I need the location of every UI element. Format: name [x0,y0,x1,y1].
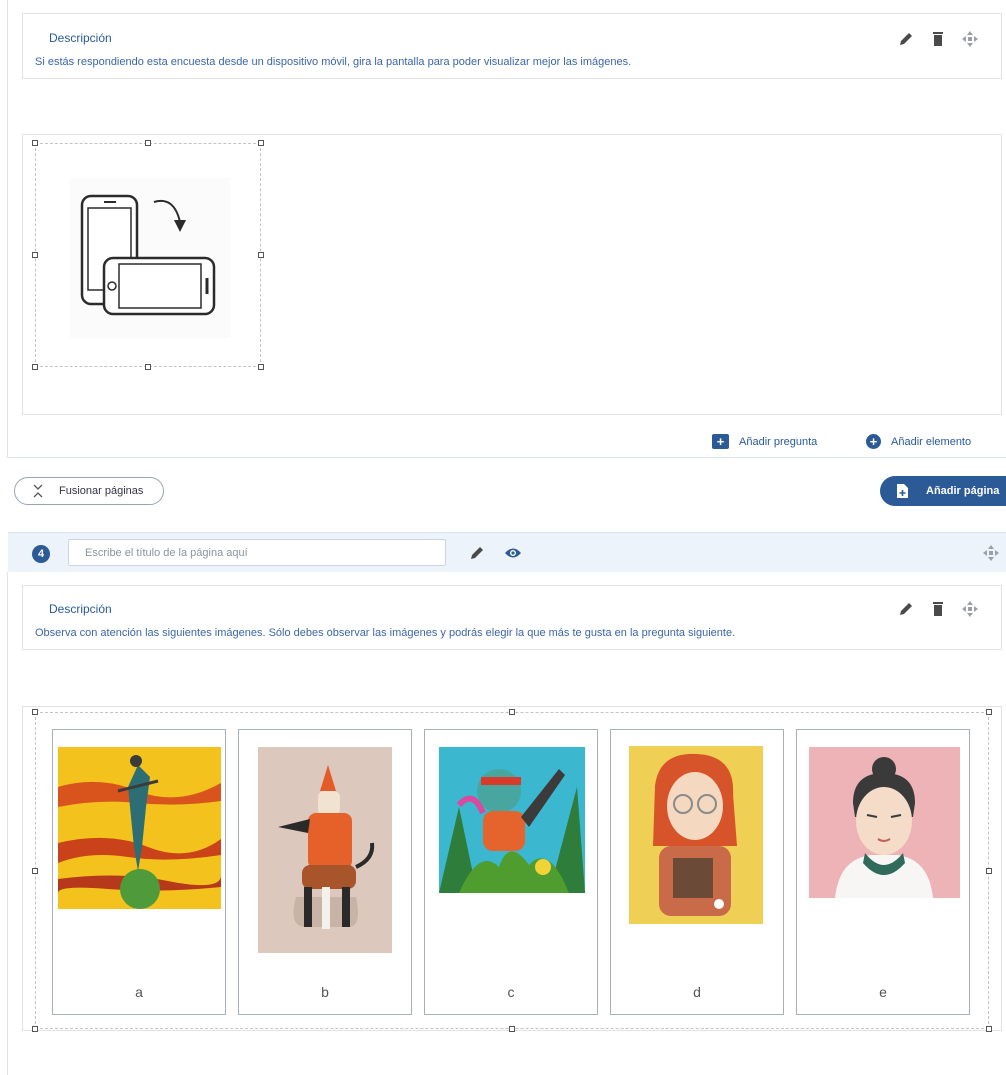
pencil-icon [900,33,912,45]
move-arrows-icon [962,601,978,617]
edit-button[interactable] [897,30,915,48]
image-option-label: a [135,984,143,1000]
page-header: 4 [8,532,1006,572]
page-bottom-border [7,457,1006,458]
move-handle[interactable] [961,600,979,618]
resize-handle[interactable] [258,364,264,370]
rotate-phone-icon [70,178,230,338]
trash-icon [933,32,943,46]
add-element-label: Añadir elemento [891,435,972,448]
resize-handle[interactable] [258,140,264,146]
resize-handle[interactable] [32,364,38,370]
add-element-button[interactable]: + Añadir elemento [866,434,971,449]
resize-handle[interactable] [986,709,992,715]
illustration-jungle-creature [439,747,585,893]
add-question-label: Añadir pregunta [739,435,818,448]
resize-handle[interactable] [986,868,992,874]
move-page-handle[interactable] [982,544,1000,562]
description-title: Descripción [49,602,112,616]
page-left-border [7,0,8,458]
pencil-icon [900,603,912,615]
image-option-label: d [693,984,701,1000]
preview-page-button[interactable] [504,544,522,562]
move-handle[interactable] [961,30,979,48]
resize-handle[interactable] [32,709,38,715]
resize-handle[interactable] [145,140,151,146]
edit-button[interactable] [897,600,915,618]
file-plus-icon [897,484,908,498]
image-option-a[interactable]: a [52,729,226,1015]
description-title: Descripción [49,31,112,45]
resize-handle[interactable] [32,252,38,258]
description-block[interactable]: Descripción Si estás respondiendo esta e… [22,13,1002,79]
resize-handle[interactable] [32,140,38,146]
add-page-button[interactable]: Añadir página [880,476,1006,506]
illustration-acrobat [58,747,221,909]
resize-handle[interactable] [258,252,264,258]
illustration-dog-rider [258,747,392,953]
resize-handle[interactable] [509,1026,515,1032]
image-option-label: b [321,984,329,1000]
move-arrows-icon [983,545,999,561]
move-arrows-icon [962,31,978,47]
description-text: Si estás respondiendo esta encuesta desd… [35,56,632,68]
page-left-border [7,572,8,1075]
image-option-e[interactable]: e [796,729,970,1015]
resize-handle[interactable] [32,1026,38,1032]
image-option-b[interactable]: b [238,729,412,1015]
delete-button[interactable] [929,30,947,48]
merge-pages-label: Fusionar páginas [59,485,144,497]
resize-handle[interactable] [32,868,38,874]
edit-page-button[interactable] [468,544,486,562]
resize-handle[interactable] [145,364,151,370]
page-title-input[interactable] [68,539,446,566]
resize-handle[interactable] [509,709,515,715]
add-question-button[interactable]: + Añadir pregunta [712,434,817,449]
delete-button[interactable] [929,600,947,618]
eye-icon [505,548,521,558]
image-option-c[interactable]: c [424,729,598,1015]
add-circle-icon: + [866,434,881,449]
image-option-d[interactable]: d [610,729,784,1015]
trash-icon [933,602,943,616]
illustration-red-haired-girl [629,746,763,924]
page-number-badge: 4 [32,545,50,563]
illustration-girl-portrait [809,747,960,898]
add-page-label: Añadir página [926,485,1000,497]
image-option-label: e [879,984,887,1000]
add-square-icon: + [712,434,729,449]
merge-pages-button[interactable]: Fusionar páginas [14,477,164,505]
description-text: Observa con atención las siguientes imág… [35,627,736,639]
image-option-label: c [507,984,515,1000]
description-block[interactable]: Descripción Observa con atención las sig… [22,585,1002,650]
collapse-arrows-icon [33,484,43,498]
pencil-icon [471,547,483,559]
resize-handle[interactable] [986,1026,992,1032]
